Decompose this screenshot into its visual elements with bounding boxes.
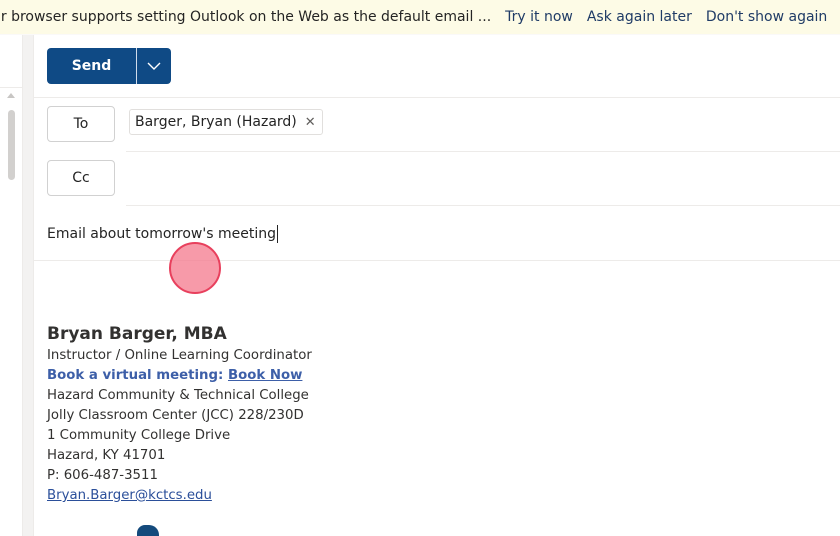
chevron-down-icon (147, 62, 161, 70)
signature-college: Hazard Community & Technical College (47, 388, 309, 403)
scroll-up-arrow-icon[interactable] (7, 93, 15, 98)
to-button[interactable]: To (47, 106, 115, 142)
send-options-button[interactable] (137, 48, 171, 84)
signature-city: Hazard, KY 41701 (47, 448, 166, 463)
pane-gutter (23, 35, 33, 536)
close-icon[interactable]: ✕ (305, 115, 316, 130)
recipient-name: Barger, Bryan (Hazard) (135, 114, 297, 130)
banner-message: ur browser supports setting Outlook on t… (0, 9, 492, 25)
send-button[interactable]: Send (47, 48, 136, 84)
subject-input[interactable]: Email about tomorrow's meeting (47, 222, 827, 246)
college-logo-icon (137, 525, 159, 536)
cc-input[interactable] (126, 163, 826, 189)
message-list-pane (0, 35, 23, 536)
signature-phone: P: 606-487-3511 (47, 468, 158, 483)
signature-name: Bryan Barger, MBA (47, 324, 227, 344)
send-button-group: Send (47, 48, 171, 84)
to-field-underline (126, 151, 840, 152)
ask-again-later-link[interactable]: Ask again later (587, 9, 692, 25)
dont-show-again-link[interactable]: Don't show again (706, 9, 827, 25)
signature-title: Instructor / Online Learning Coordinator (47, 348, 312, 363)
try-it-now-link[interactable]: Try it now (505, 9, 573, 25)
signature-booking-line: Book a virtual meeting: Book Now (47, 366, 827, 386)
signature-email-link[interactable]: Bryan.Barger@kctcs.edu (47, 488, 212, 503)
compose-pane: Send To Barger, Bryan (Hazard) ✕ Cc Emai… (33, 35, 840, 536)
subject-divider (34, 260, 840, 261)
recipient-chip[interactable]: Barger, Bryan (Hazard) ✕ (129, 109, 323, 135)
subject-text: Email about tomorrow's meeting (47, 226, 276, 242)
default-email-banner: ur browser supports setting Outlook on t… (0, 0, 840, 34)
cc-button[interactable]: Cc (47, 160, 115, 196)
to-input[interactable] (324, 109, 824, 135)
toolbar-divider (34, 97, 840, 98)
message-body[interactable]: Bryan Barger, MBA Instructor / Online Le… (47, 322, 827, 506)
pane-divider (0, 87, 23, 88)
book-now-link[interactable]: Book Now (228, 368, 302, 383)
text-caret (276, 225, 278, 243)
signature-street: 1 Community College Drive (47, 428, 231, 443)
booking-prefix: Book a virtual meeting: (47, 368, 228, 383)
signature-office: Jolly Classroom Center (JCC) 228/230D (47, 408, 304, 423)
scrollbar-thumb[interactable] (8, 110, 15, 180)
cc-field-underline (126, 205, 840, 206)
